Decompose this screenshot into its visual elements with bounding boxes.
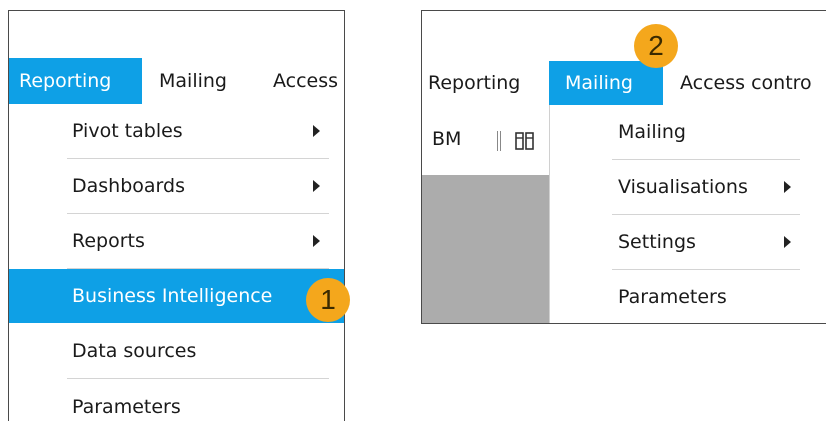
menu-item-label: Reports (72, 230, 145, 252)
menu-item-business-intelligence[interactable]: Business Intelligence (9, 269, 344, 323)
menu-item-label: Visualisations (618, 176, 748, 198)
menu-reporting[interactable]: Reporting (422, 61, 530, 105)
step-badge-1: 1 (306, 278, 350, 322)
menu-item-parameters[interactable]: Parameters (9, 380, 344, 421)
menu-item-label: Settings (618, 231, 696, 253)
toolbar-bm-button[interactable]: BM (432, 105, 461, 173)
right-window: Reporting Mailing Access contro BM Maili… (421, 10, 826, 324)
menu-access-control[interactable]: Access (263, 58, 344, 104)
menu-separator (67, 378, 329, 379)
toolbar-separator (497, 131, 501, 151)
menu-access-control[interactable]: Access contro (670, 61, 822, 105)
mailing-dropdown-menu: Mailing Visualisations Settings Paramete… (549, 105, 826, 323)
menu-mailing[interactable]: Mailing (549, 61, 663, 105)
menu-item-label: Business Intelligence (72, 285, 273, 307)
menu-item-mailing[interactable]: Mailing (550, 105, 826, 159)
submenu-arrow-icon (313, 125, 320, 137)
menu-mailing[interactable]: Mailing (149, 58, 237, 104)
left-window: Reporting Mailing Access Pivot tables Da… (8, 10, 345, 421)
menu-item-label: Pivot tables (72, 120, 183, 142)
menu-item-dashboards[interactable]: Dashboards (9, 159, 344, 213)
menu-item-label: Mailing (618, 121, 686, 143)
submenu-arrow-icon (313, 180, 320, 192)
menu-item-settings[interactable]: Settings (550, 215, 826, 269)
reporting-dropdown-menu: Pivot tables Dashboards Reports Business… (9, 104, 344, 421)
menu-item-label: Dashboards (72, 175, 185, 197)
submenu-arrow-icon (784, 181, 791, 193)
step-badge-2: 2 (634, 24, 678, 68)
menubar: Reporting Mailing Access contro (422, 61, 826, 105)
menu-item-label: Parameters (72, 396, 181, 418)
menu-item-label: Data sources (72, 340, 197, 362)
submenu-arrow-icon (784, 236, 791, 248)
submenu-arrow-icon (313, 235, 320, 247)
menu-item-label: Parameters (618, 286, 727, 308)
menu-item-parameters[interactable]: Parameters (550, 270, 826, 323)
menu-item-visualisations[interactable]: Visualisations (550, 160, 826, 214)
menu-item-data-sources[interactable]: Data sources (9, 324, 344, 378)
menu-item-pivot-tables[interactable]: Pivot tables (9, 104, 344, 158)
menubar: Reporting Mailing Access (9, 58, 344, 104)
menu-reporting[interactable]: Reporting (9, 58, 142, 104)
toolbar-panel-icon[interactable] (515, 130, 535, 152)
menu-item-reports[interactable]: Reports (9, 214, 344, 268)
